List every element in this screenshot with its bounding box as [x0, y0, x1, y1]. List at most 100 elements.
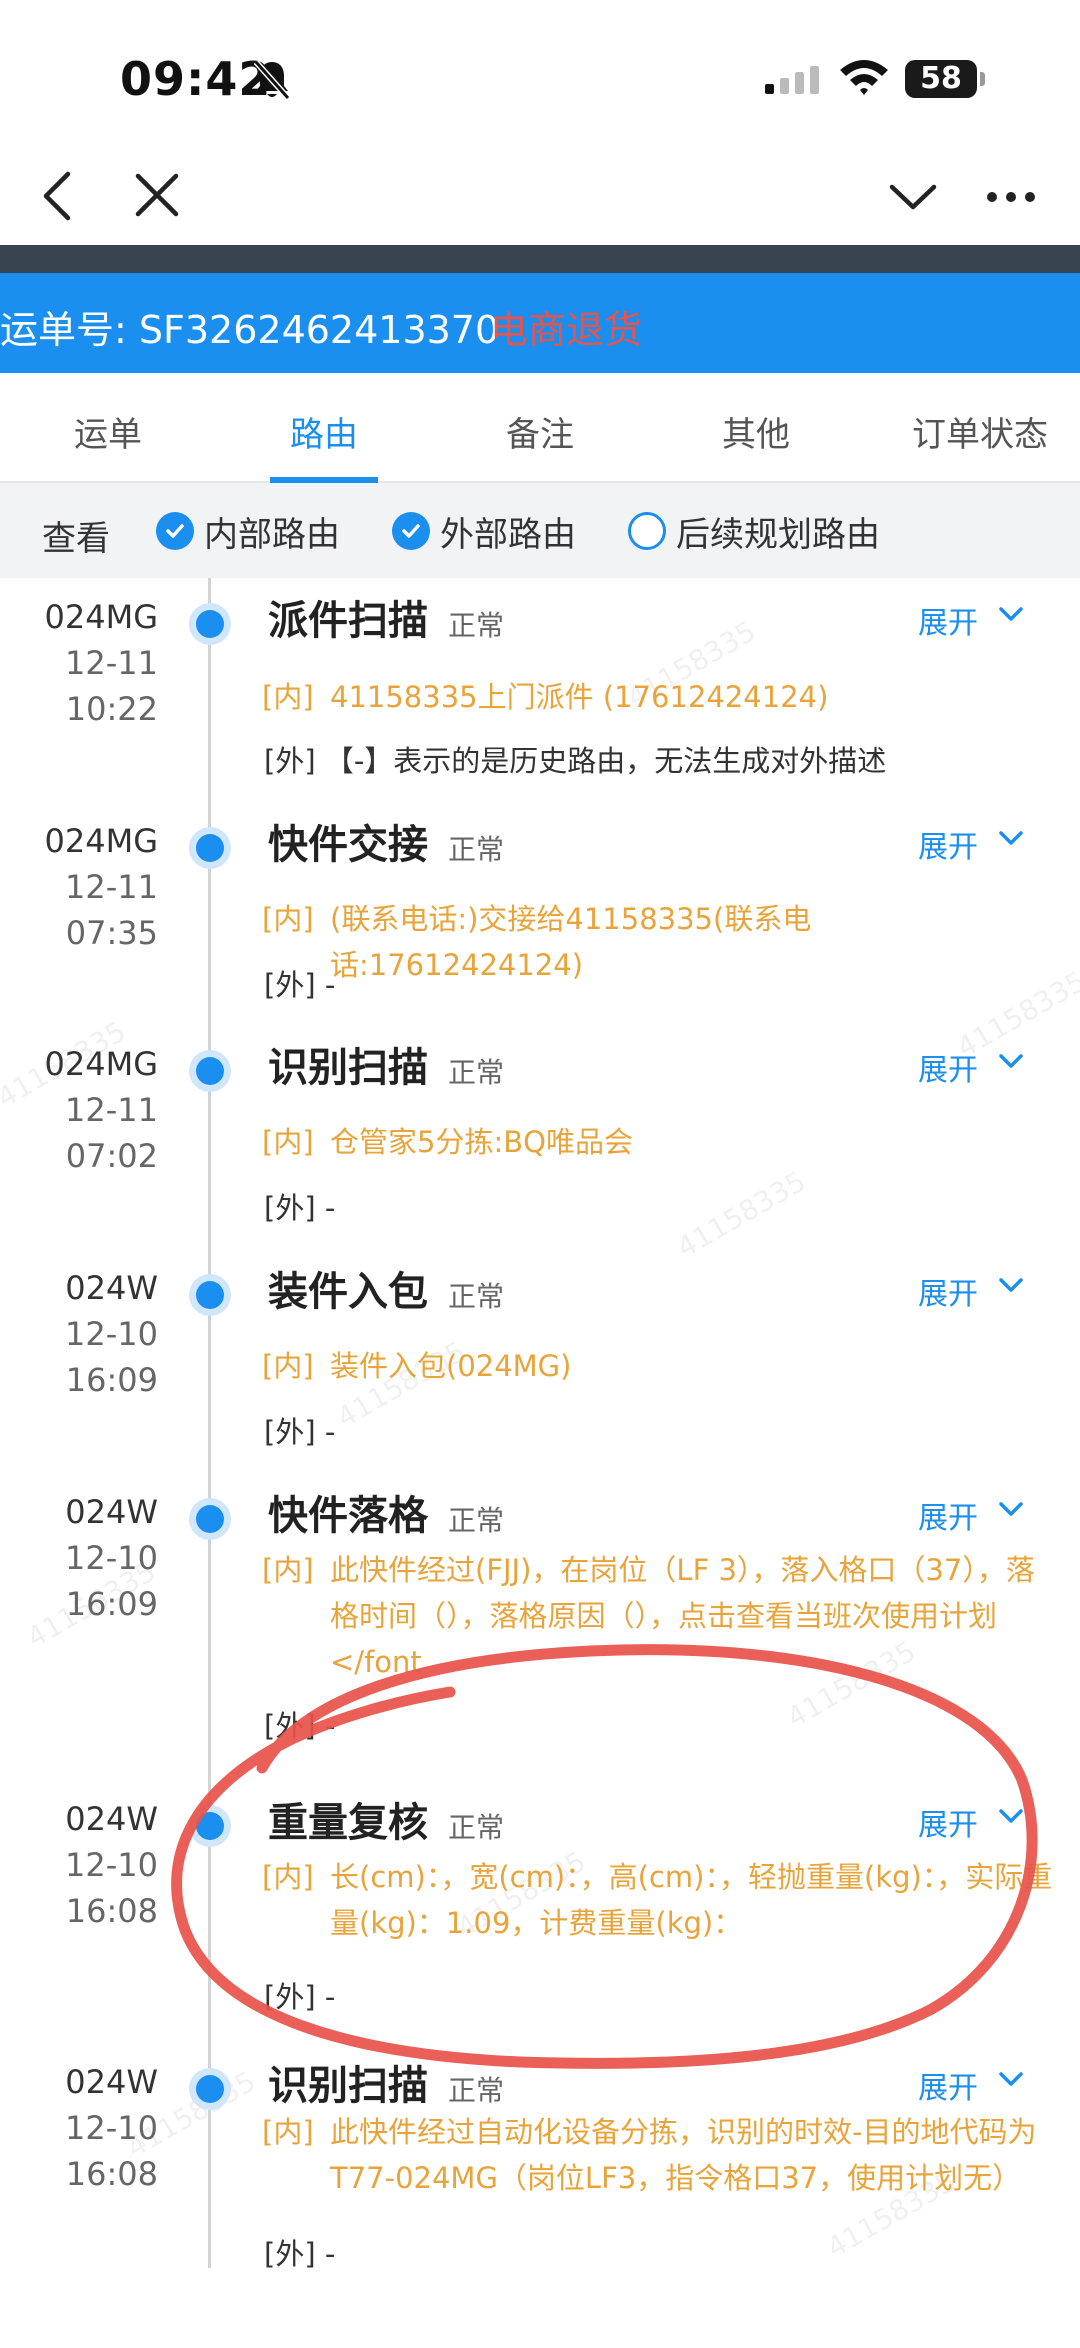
- entry-time: 16:08: [65, 2155, 158, 2193]
- chevron-down-icon[interactable]: [998, 1808, 1024, 1826]
- entry-status: 正常: [448, 1056, 505, 1089]
- cellular-signal-icon: [765, 66, 819, 94]
- entry-internal-detail: [内] 长(cm)：，宽(cm)：，高(cm)：，轻抛重量(kg)：，实际重量(…: [262, 1854, 1062, 1946]
- timeline-line: [208, 578, 211, 2268]
- entry-time: 16:09: [65, 1361, 158, 1399]
- chevron-down-icon[interactable]: [998, 1501, 1024, 1519]
- chevron-down-icon[interactable]: [998, 606, 1024, 624]
- route-timeline: 41158335 41158335 41158335 41158335 4115…: [0, 578, 1080, 2268]
- more-icon[interactable]: [986, 190, 1036, 204]
- internal-text: 仓管家5分拣:BQ唯品会: [330, 1125, 633, 1159]
- bell-off-icon: [253, 60, 291, 100]
- expand-button[interactable]: 展开: [918, 2063, 978, 2107]
- internal-tag: [内]: [262, 1125, 314, 1159]
- entry-title: 快件落格: [268, 1493, 428, 1539]
- tab-bar: 运单 路由 备注 其他 订单状态: [0, 373, 1080, 483]
- internal-text: 41158335上门派件 (17612424124): [330, 680, 829, 714]
- checkbox-label: 后续规划路由: [676, 514, 880, 555]
- timeline-dot: [196, 1057, 224, 1085]
- entry-site-code: 024MG: [44, 598, 158, 636]
- entry-status: 正常: [448, 2074, 505, 2107]
- chevron-left-icon[interactable]: [40, 170, 74, 222]
- entry-time: 07:02: [65, 1137, 158, 1175]
- chevron-down-icon[interactable]: [998, 1053, 1024, 1071]
- entry-external-detail: [外] -: [264, 2237, 336, 2268]
- entry-site-code: 024W: [65, 1269, 158, 1307]
- entry-date: 12-10: [65, 1539, 158, 1577]
- checkbox-label: 内部路由: [204, 514, 340, 555]
- entry-date: 12-11: [65, 868, 158, 906]
- chevron-down-icon[interactable]: [998, 830, 1024, 848]
- timeline-dot: [196, 1812, 224, 1840]
- tab-order-status[interactable]: 订单状态: [880, 407, 1080, 456]
- entry-status: 正常: [448, 833, 505, 866]
- checkbox-external-route[interactable]: 外部路由: [392, 511, 576, 555]
- expand-button[interactable]: 展开: [918, 1493, 978, 1537]
- tab-other[interactable]: 其他: [666, 407, 846, 456]
- entry-time: 16:08: [65, 1892, 158, 1930]
- entry-internal-detail: [内] 此快件经过自动化设备分拣，识别的时效-目的地代码为T77-024MG（岗…: [262, 2109, 1062, 2201]
- entry-title: 快件交接: [268, 822, 428, 868]
- entry-title: 重量复核: [268, 1800, 428, 1846]
- close-icon[interactable]: [134, 172, 180, 218]
- battery-indicator: 58: [905, 60, 985, 98]
- internal-text: 此快件经过(FJJ)，在岗位（LF 3），落入格口（37），落格时间（），落格原…: [330, 1553, 1035, 1679]
- filter-label: 查看: [42, 519, 110, 559]
- header-divider-strip: [0, 245, 1080, 273]
- entry-external-detail: [外] -: [264, 968, 336, 1002]
- entry-status: 正常: [448, 1280, 505, 1313]
- tab-waybill[interactable]: 运单: [18, 407, 198, 456]
- entry-external-detail: [外] -: [264, 1191, 336, 1225]
- internal-text: 装件入包(024MG): [330, 1349, 572, 1383]
- entry-time: 16:09: [65, 1585, 158, 1623]
- entry-date: 12-10: [65, 2109, 158, 2147]
- entry-site-code: 024MG: [44, 822, 158, 860]
- entry-site-code: 024W: [65, 2063, 158, 2101]
- internal-tag: [内]: [262, 1349, 314, 1383]
- chevron-down-icon[interactable]: [998, 1277, 1024, 1295]
- entry-time: 10:22: [65, 690, 158, 728]
- entry-external-detail: [外] -: [264, 1709, 336, 1743]
- checkbox-label: 外部路由: [440, 514, 576, 555]
- timeline-dot: [196, 1505, 224, 1533]
- entry-time: 07:35: [65, 914, 158, 952]
- timeline-dot: [196, 834, 224, 862]
- expand-button[interactable]: 展开: [918, 1800, 978, 1844]
- chevron-down-icon[interactable]: [888, 182, 938, 212]
- entry-date: 12-11: [65, 644, 158, 682]
- internal-tag: [内]: [262, 1553, 314, 1587]
- chevron-down-icon[interactable]: [998, 2071, 1024, 2089]
- expand-button[interactable]: 展开: [918, 1045, 978, 1089]
- entry-site-code: 024W: [65, 1800, 158, 1838]
- expand-button[interactable]: 展开: [918, 822, 978, 866]
- entry-status: 正常: [448, 1504, 505, 1537]
- status-time: 09:42: [120, 52, 272, 106]
- checkbox-internal-route[interactable]: 内部路由: [156, 511, 340, 555]
- entry-title: 派件扫描: [268, 598, 428, 644]
- expand-button[interactable]: 展开: [918, 598, 978, 642]
- tab-routing[interactable]: 路由: [234, 407, 414, 456]
- checkbox-checked-icon: [156, 512, 194, 550]
- expand-button[interactable]: 展开: [918, 1269, 978, 1313]
- entry-site-code: 024W: [65, 1493, 158, 1531]
- entry-date: 12-10: [65, 1315, 158, 1353]
- waybill-number: 运单号: SF3262462413370: [0, 308, 500, 352]
- entry-external-detail: [外] 【-】表示的是历史路由，无法生成对外描述: [264, 744, 887, 778]
- checkbox-checked-icon: [392, 512, 430, 550]
- entry-date: 12-11: [65, 1091, 158, 1129]
- timeline-dot: [196, 1281, 224, 1309]
- entry-external-detail: [外] -: [264, 1980, 336, 2014]
- entry-internal-detail: [内] 仓管家5分拣:BQ唯品会: [262, 1119, 1062, 1165]
- internal-text: 长(cm)：，宽(cm)：，高(cm)：，轻抛重量(kg)：，实际重量(kg)：…: [330, 1860, 1053, 1940]
- tab-remarks[interactable]: 备注: [450, 407, 630, 456]
- entry-date: 12-10: [65, 1846, 158, 1884]
- entry-title: 装件入包: [268, 1269, 428, 1315]
- entry-status: 正常: [448, 609, 505, 642]
- internal-tag: [内]: [262, 1860, 314, 1894]
- entry-title: 识别扫描: [268, 1045, 428, 1091]
- status-bar: 09:42 58: [0, 0, 1080, 150]
- entry-internal-detail: [内] 此快件经过(FJJ)，在岗位（LF 3），落入格口（37），落格时间（）…: [262, 1547, 1062, 1685]
- wifi-icon: [840, 60, 888, 95]
- checkbox-planned-route[interactable]: 后续规划路由: [628, 511, 880, 555]
- timeline-dot: [196, 2075, 224, 2103]
